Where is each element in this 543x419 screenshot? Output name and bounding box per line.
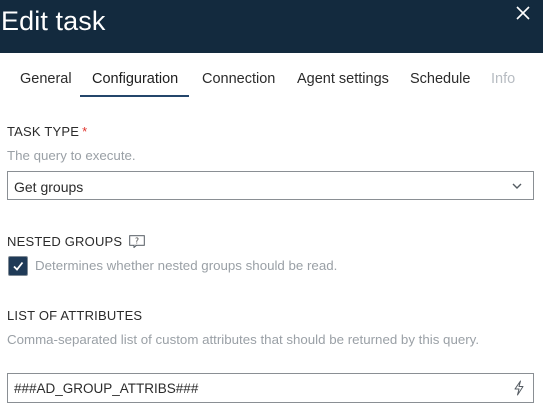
checkmark-icon: [13, 261, 24, 271]
required-marker: *: [82, 124, 88, 139]
tab-agent-settings[interactable]: Agent settings: [297, 71, 389, 87]
lightning-bolt-icon[interactable]: [513, 380, 525, 396]
tab-configuration[interactable]: Configuration: [92, 71, 178, 87]
attributes-help: Comma-separated list of custom attribute…: [7, 332, 480, 347]
chevron-down-icon: [512, 183, 522, 189]
attributes-input[interactable]: [8, 374, 498, 402]
svg-text:?: ?: [135, 236, 139, 245]
active-tab-indicator: [80, 95, 189, 97]
close-icon: [516, 6, 530, 20]
dialog-header: Edit task: [0, 0, 543, 53]
tab-connection[interactable]: Connection: [202, 71, 275, 87]
tab-info: Info: [491, 71, 516, 87]
tab-general[interactable]: General: [20, 71, 72, 87]
help-tooltip-icon[interactable]: ?: [129, 235, 145, 248]
task-type-help: The query to execute.: [7, 148, 136, 163]
nested-groups-checkbox[interactable]: [8, 256, 28, 276]
task-type-label-text: TASK TYPE: [7, 124, 80, 139]
task-type-select[interactable]: Get groups: [7, 171, 534, 200]
tab-schedule[interactable]: Schedule: [410, 71, 470, 87]
dialog-title: Edit task: [1, 6, 106, 36]
close-button[interactable]: [513, 3, 533, 23]
attributes-field[interactable]: [7, 373, 534, 403]
tab-bar: General Configuration Connection Agent s…: [0, 53, 543, 98]
task-type-value: Get groups: [14, 179, 84, 195]
nested-groups-help: Determines whether nested groups should …: [35, 258, 338, 273]
nested-groups-label: NESTED GROUPS: [7, 234, 123, 249]
attributes-label: LIST OF ATTRIBUTES: [7, 308, 143, 323]
task-type-label: TASK TYPE *: [7, 124, 87, 139]
